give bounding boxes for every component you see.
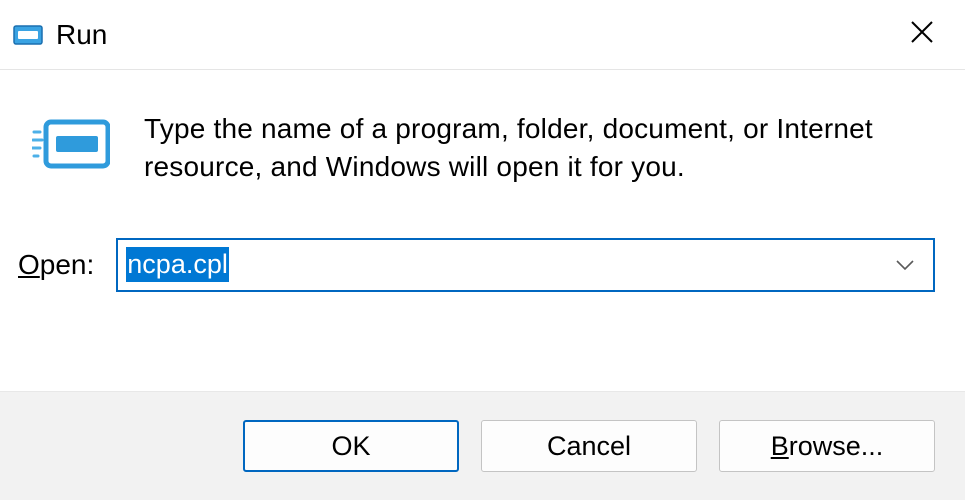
button-bar: OK Cancel Browse... [0,391,965,500]
open-input-value: ncpa.cpl [126,247,229,282]
chevron-down-icon[interactable] [877,240,933,290]
description-text: Type the name of a program, folder, docu… [144,110,935,186]
cancel-button[interactable]: Cancel [481,420,697,472]
run-icon-small [12,19,44,51]
open-input[interactable]: ncpa.cpl [118,240,877,290]
open-label: Open: [18,249,94,281]
close-button[interactable] [899,13,945,57]
open-row: Open: ncpa.cpl [0,206,965,302]
browse-button-label: Browse... [771,431,884,462]
run-icon-large [32,114,110,179]
open-combobox[interactable]: ncpa.cpl [116,238,935,292]
ok-button-label: OK [331,431,370,462]
cancel-button-label: Cancel [547,431,631,462]
ok-button[interactable]: OK [243,420,459,472]
content-area: Type the name of a program, folder, docu… [0,70,965,206]
window-title: Run [56,19,107,51]
titlebar-left: Run [12,19,107,51]
titlebar: Run [0,0,965,70]
browse-button[interactable]: Browse... [719,420,935,472]
